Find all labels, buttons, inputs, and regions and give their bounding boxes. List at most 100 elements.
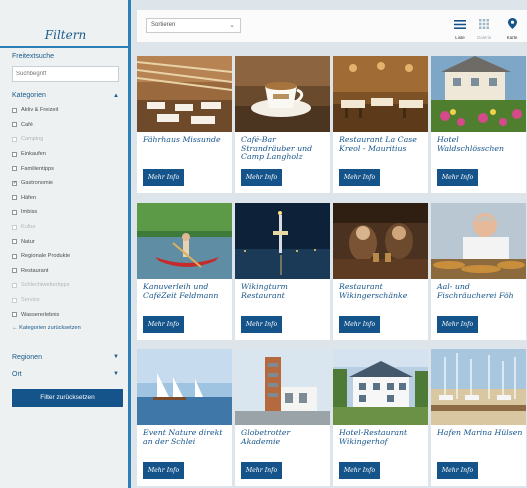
result-card[interactable]: Restaurant La Case Kreol - Mauritius Mehr… <box>333 56 428 193</box>
place-dropdown[interactable]: Ort ▼ <box>12 366 119 383</box>
checkbox[interactable] <box>12 122 17 128</box>
card-title[interactable]: Wikingturm Restaurant <box>241 282 327 300</box>
card-image[interactable] <box>431 203 526 279</box>
checkbox[interactable] <box>12 268 17 274</box>
card-title[interactable]: Café-Bar Strandräuber und Camp Langholz <box>241 135 327 162</box>
card-title[interactable]: Event Nature direkt an der Schlei <box>143 428 229 446</box>
category-item[interactable]: Einkaufen <box>12 147 119 162</box>
more-info-button[interactable]: Mehr Info <box>143 169 184 186</box>
card-title[interactable]: Hafen Marina Hülsen <box>437 428 523 438</box>
more-info-button[interactable]: Mehr Info <box>339 462 380 479</box>
sort-select[interactable]: Sortieren ⌄ <box>146 18 241 33</box>
result-card[interactable]: Wikingturm Restaurant Mehr Info <box>235 203 330 340</box>
result-card[interactable]: Hafen Marina Hülsen Mehr Info <box>431 349 526 486</box>
category-item[interactable]: Regionale Produkte <box>12 249 119 264</box>
view-gallery-button[interactable]: Galerie <box>473 16 495 40</box>
category-label: Café <box>21 121 33 128</box>
more-info-button[interactable]: Mehr Info <box>339 316 380 333</box>
card-image[interactable] <box>137 349 232 425</box>
place-label: Ort <box>12 370 22 378</box>
view-map-button[interactable]: Karte <box>501 16 523 40</box>
card-title[interactable]: Hotel Waldschlösschen <box>437 135 523 153</box>
result-card[interactable]: Kanuverleih und CaféZeit Feldmann Mehr In… <box>137 203 232 340</box>
more-info-button[interactable]: Mehr Info <box>339 169 380 186</box>
category-item[interactable]: Imbiss <box>12 205 119 220</box>
category-item[interactable]: Camping <box>12 132 119 147</box>
category-item[interactable]: Café <box>12 118 119 133</box>
checkbox[interactable] <box>12 239 17 245</box>
category-label: Camping <box>21 136 44 143</box>
card-title[interactable]: Restaurant La Case Kreol - Mauritius <box>339 135 425 153</box>
result-card[interactable]: Globetrotter Akademie Mehr Info <box>235 349 330 486</box>
categories-header[interactable]: Kategorien ▲ <box>12 92 119 99</box>
checkbox[interactable] <box>12 209 17 215</box>
more-info-button[interactable]: Mehr Info <box>437 462 478 479</box>
card-image[interactable] <box>431 349 526 425</box>
category-item[interactable]: Kultur <box>12 220 119 235</box>
result-card[interactable]: Café-Bar Strandräuber und Camp Langholz M… <box>235 56 330 193</box>
checkbox[interactable] <box>12 166 17 172</box>
reset-filter-button[interactable]: Filter zurücksetzen <box>12 388 123 407</box>
more-info-button[interactable]: Mehr Info <box>143 462 184 479</box>
more-info-button[interactable]: Mehr Info <box>241 316 282 333</box>
category-item[interactable]: Natur <box>12 234 119 249</box>
card-image[interactable] <box>333 349 428 425</box>
result-card[interactable]: Restaurant Wikingerschänke Mehr Info <box>333 203 428 340</box>
result-card[interactable]: Hotel-Restaurant Wikingerhof Mehr Info <box>333 349 428 486</box>
category-item[interactable]: Restaurant <box>12 264 119 279</box>
category-item[interactable]: Häfen <box>12 191 119 206</box>
more-info-button[interactable]: Mehr Info <box>437 169 478 186</box>
card-image[interactable] <box>431 56 526 132</box>
more-info-button[interactable]: Mehr Info <box>241 462 282 479</box>
card-image[interactable] <box>137 203 232 279</box>
result-card[interactable]: Fährhaus Missunde Mehr Info <box>137 56 232 193</box>
category-item[interactable]: Service <box>12 293 119 308</box>
checkbox[interactable] <box>12 136 17 142</box>
checkbox[interactable] <box>12 297 17 303</box>
more-info-button[interactable]: Mehr Info <box>437 316 478 333</box>
category-label: Kultur <box>21 224 36 231</box>
checkbox[interactable] <box>12 195 17 201</box>
view-list-label: Liste <box>455 35 465 40</box>
checkbox[interactable] <box>12 107 17 113</box>
regions-label: Regionen <box>12 353 42 361</box>
result-card[interactable]: Aal- und Fischräucherei Föh Mehr Info <box>431 203 526 340</box>
result-card[interactable]: Hotel Waldschlösschen Mehr Info <box>431 56 526 193</box>
card-title[interactable]: Aal- und Fischräucherei Föh <box>437 282 523 300</box>
sidebar-title: Filtern <box>44 28 87 42</box>
category-item[interactable]: Schlechtwettertipps <box>12 278 119 293</box>
checkbox[interactable] <box>12 312 17 318</box>
category-label: Aktiv & Freizeit <box>21 107 59 114</box>
card-title[interactable]: Hotel-Restaurant Wikingerhof <box>339 428 425 446</box>
category-item[interactable]: Aktiv & Freizeit <box>12 103 119 118</box>
card-image[interactable] <box>333 56 428 132</box>
result-card[interactable]: Event Nature direkt an der Schlei Mehr In… <box>137 349 232 486</box>
search-input[interactable] <box>12 66 119 82</box>
card-title[interactable]: Restaurant Wikingerschänke <box>339 282 425 300</box>
checkbox-checked[interactable]: ✓ <box>12 180 17 186</box>
regions-dropdown[interactable]: Regionen ▼ <box>12 349 119 366</box>
freetext-label: Freitextsuche <box>12 53 55 60</box>
category-item[interactable]: Familientipps <box>12 161 119 176</box>
checkbox[interactable] <box>12 282 17 288</box>
card-image[interactable] <box>235 203 330 279</box>
checkbox[interactable] <box>12 253 17 259</box>
more-info-button[interactable]: Mehr Info <box>241 169 282 186</box>
card-image[interactable] <box>137 56 232 132</box>
category-label: Häfen <box>21 194 36 201</box>
view-list-button[interactable]: Liste <box>449 16 471 40</box>
view-gallery-label: Galerie <box>476 35 492 40</box>
card-image[interactable] <box>235 56 330 132</box>
card-title[interactable]: Kanuverleih und CaféZeit Feldmann <box>143 282 229 300</box>
view-map-label: Karte <box>506 35 518 40</box>
category-item[interactable]: ✓ Gastronomie <box>12 176 119 191</box>
category-item[interactable]: Wassererlebnis <box>12 307 119 322</box>
card-title[interactable]: Fährhaus Missunde <box>143 135 229 145</box>
card-title[interactable]: Globetrotter Akademie <box>241 428 327 446</box>
card-image[interactable] <box>235 349 330 425</box>
checkbox[interactable] <box>12 224 17 230</box>
map-pin-icon <box>507 18 517 29</box>
more-info-button[interactable]: Mehr Info <box>143 316 184 333</box>
checkbox[interactable] <box>12 151 17 157</box>
card-image[interactable] <box>333 203 428 279</box>
